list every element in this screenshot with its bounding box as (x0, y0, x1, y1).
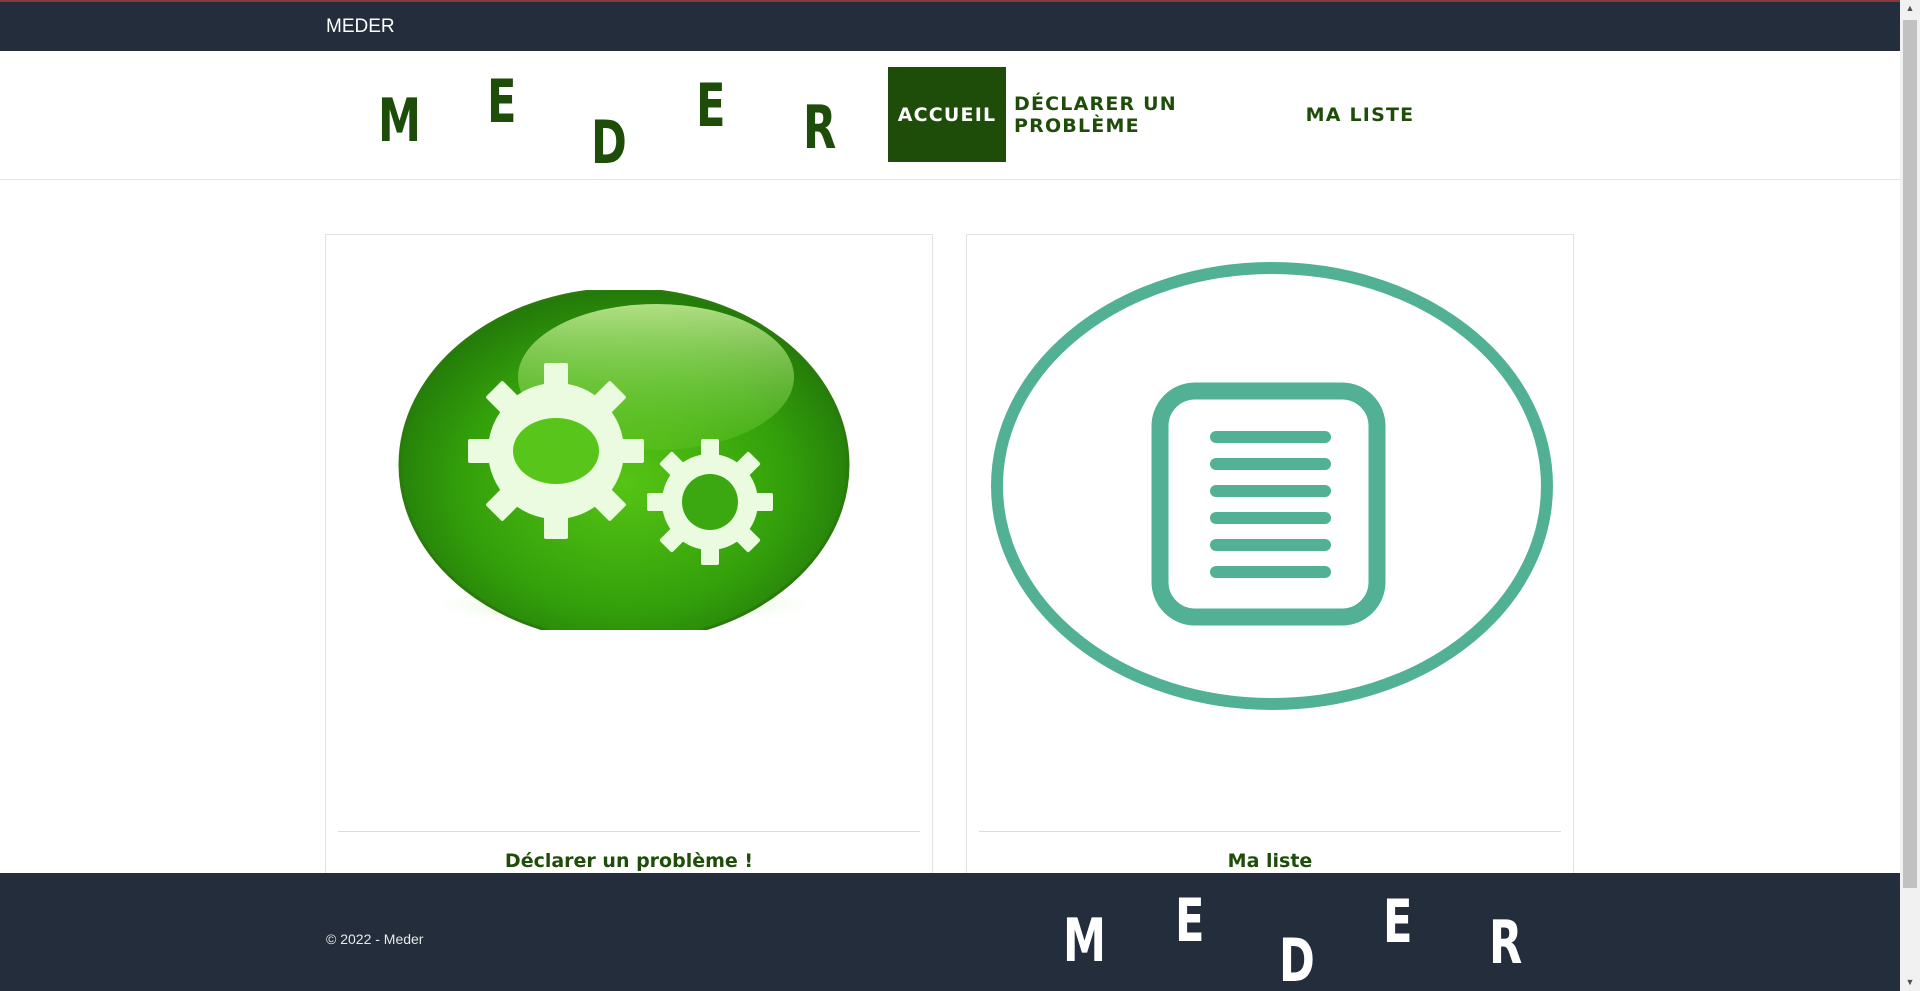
site-title: MEDER (326, 16, 395, 37)
scroll-down-icon[interactable]: ▼ (1900, 974, 1920, 991)
logo-letter: M (378, 86, 421, 156)
card-divider (979, 831, 1561, 832)
logo-letter: R (803, 93, 837, 163)
card-ma-liste[interactable]: Ma liste (966, 234, 1574, 874)
logo-letter: M (1063, 906, 1106, 976)
nav-declarer-probleme[interactable]: Déclarer un problème (1014, 67, 1286, 162)
logo-letter: E (487, 67, 517, 137)
copyright-text: © 2022 - Meder (326, 931, 424, 947)
gears-icon (398, 290, 850, 630)
top-bar: MEDER (0, 0, 1900, 51)
scroll-up-icon[interactable]: ▲ (1900, 0, 1920, 17)
footer: © 2022 - Meder M E D E R (0, 873, 1900, 991)
logo-letter: E (1175, 886, 1205, 956)
logo-letter: E (1383, 887, 1413, 957)
card-title[interactable]: Ma liste (967, 850, 1573, 872)
card-title[interactable]: Déclarer un problème ! (326, 850, 932, 872)
nav-ma-liste[interactable]: Ma liste (1304, 67, 1416, 162)
logo-letter: R (1489, 908, 1523, 978)
card-declarer-probleme[interactable]: Déclarer un problème ! (325, 234, 933, 874)
vertical-scrollbar[interactable]: ▲ ▼ (1900, 0, 1920, 991)
logo-letter: E (696, 71, 726, 141)
nav-accueil[interactable]: Accueil (888, 67, 1006, 162)
logo-letter: D (1279, 926, 1315, 991)
card-divider (338, 831, 920, 832)
scroll-thumb[interactable] (1903, 20, 1917, 888)
document-list-icon (991, 262, 1553, 710)
logo-letter: D (591, 108, 627, 178)
